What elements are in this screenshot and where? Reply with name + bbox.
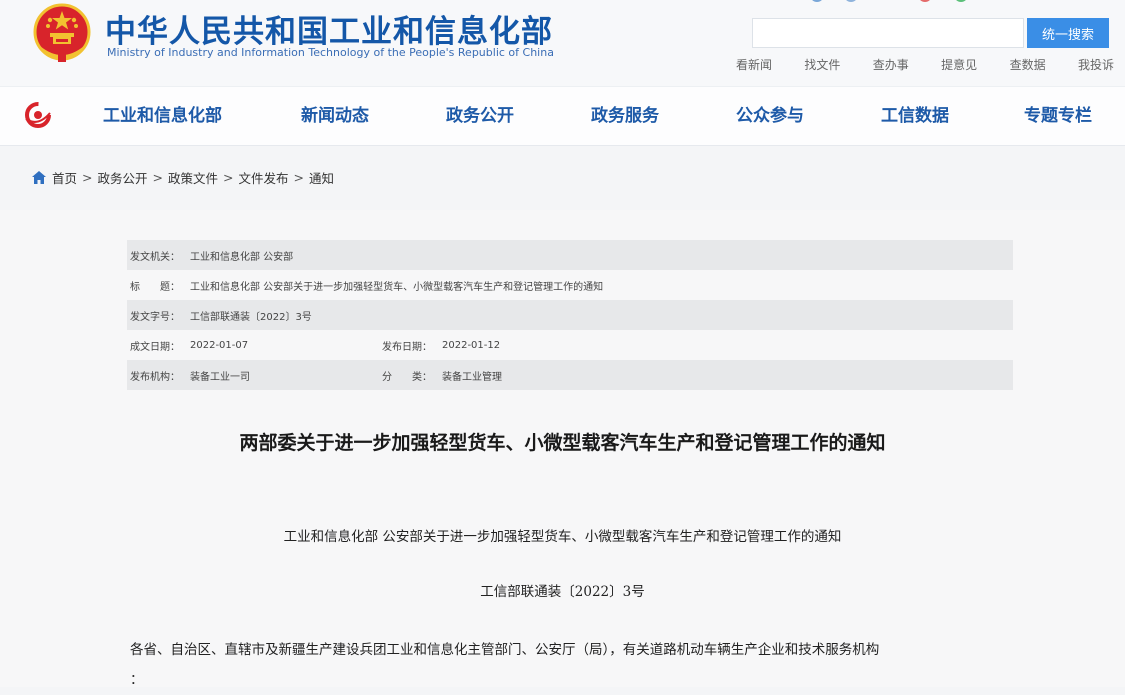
quick-link-news[interactable]: 看新闻 (736, 56, 772, 73)
meta-label-issuer: 发文机关： (130, 251, 180, 263)
breadcrumb: 首页 > 政务公开 > 政策文件 > 文件发布 > 通知 (32, 168, 334, 187)
breadcrumb-notice[interactable]: 通知 (309, 168, 334, 187)
quick-link-complaint[interactable]: 我投诉 (1078, 56, 1114, 73)
nav-item-data[interactable]: 工信数据 (881, 101, 949, 126)
nav-item-news[interactable]: 新闻动态 (301, 101, 369, 126)
document-subtitle: 工业和信息化部 公安部关于进一步加强轻型货车、小微型载客汽车生产和登记管理工作的… (283, 529, 842, 545)
document-body: 各省、自治区、直辖市及新疆生产建设兵团工业和信息化主管部门、公安厅（局），有关道… (130, 635, 1010, 695)
site-subtitle: Ministry of Industry and Information Tec… (107, 46, 554, 59)
meta-value-issuer: 工业和信息化部 公安部 (190, 251, 294, 263)
breadcrumb-policy-files[interactable]: 政策文件 (168, 168, 218, 187)
meta-label-category: 分 类： (382, 371, 432, 383)
meta-value-category: 装备工业管理 (442, 371, 502, 383)
nav-item-gov-affairs[interactable]: 政务公开 (446, 101, 514, 126)
home-icon[interactable] (32, 171, 46, 184)
main-nav: 工业和信息化部 新闻动态 政务公开 政务服务 公众参与 工信数据 专题专栏 (0, 86, 1125, 146)
nav-item-ministry[interactable]: 工业和信息化部 (103, 101, 222, 126)
nav-item-topics[interactable]: 专题专栏 (1024, 101, 1092, 126)
meta-label-publisher: 发布机构： (130, 371, 180, 383)
breadcrumb-separator: > (223, 170, 234, 185)
site-header: 中华人民共和国工业和信息化部 Ministry of Industry and … (0, 0, 1125, 86)
meta-row-doc-number: 发文字号： 工信部联通装〔2022〕3号 (127, 300, 1013, 330)
document-number: 工信部联通装〔2022〕3号 (480, 584, 645, 600)
nav-item-participation[interactable]: 公众参与 (736, 101, 804, 126)
document-body-line: 各省、自治区、直辖市及新疆生产建设兵团工业和信息化主管部门、公安厅（局），有关道… (130, 642, 880, 658)
quick-link-feedback[interactable]: 提意见 (941, 56, 977, 73)
meta-label-doc-number: 发文字号： (130, 311, 180, 323)
document-title: 两部委关于进一步加强轻型货车、小微型载客汽车生产和登记管理工作的通知 (239, 432, 886, 454)
nav-item-services[interactable]: 政务服务 (591, 101, 659, 126)
ministry-logo-icon[interactable] (22, 99, 54, 131)
quick-link-services[interactable]: 查办事 (873, 56, 909, 73)
breadcrumb-separator: > (152, 170, 163, 185)
quick-link-data[interactable]: 查数据 (1010, 56, 1046, 73)
meta-label-publish-date: 发布日期： (382, 341, 432, 353)
breadcrumb-separator: > (293, 170, 304, 185)
breadcrumb-file-release[interactable]: 文件发布 (239, 168, 289, 187)
social-icon-green[interactable] (954, 0, 968, 2)
meta-row-issuer: 发文机关： 工业和信息化部 公安部 (127, 240, 1013, 270)
social-icon-red[interactable] (918, 0, 932, 2)
search-button[interactable]: 统一搜索 (1027, 18, 1109, 48)
breadcrumb-gov-affairs[interactable]: 政务公开 (98, 168, 148, 187)
breadcrumb-separator: > (82, 170, 93, 185)
top-decoration (810, 0, 980, 4)
meta-label-written-date: 成文日期： (130, 341, 180, 353)
content-area: 发文机关： 工业和信息化部 公安部 标 题： 工业和信息化部 公安部关于进一步加… (0, 210, 1125, 688)
quick-link-files[interactable]: 找文件 (804, 56, 840, 73)
social-icon-blue-2[interactable] (844, 0, 858, 2)
meta-value-doc-number: 工信部联通装〔2022〕3号 (190, 311, 312, 323)
meta-value-publish-date: 2022-01-12 (442, 339, 501, 351)
meta-value-publisher: 装备工业一司 (190, 371, 250, 383)
document-meta-table: 发文机关： 工业和信息化部 公安部 标 题： 工业和信息化部 公安部关于进一步加… (127, 240, 1013, 390)
meta-row-title: 标 题： 工业和信息化部 公安部关于进一步加强轻型货车、小微型载客汽车生产和登记… (127, 270, 1013, 300)
meta-value-written-date: 2022-01-07 (190, 339, 249, 351)
breadcrumb-home[interactable]: 首页 (52, 168, 77, 187)
site-title[interactable]: 中华人民共和国工业和信息化部 (105, 6, 553, 51)
document-body-line: ： (130, 672, 144, 688)
quick-links: 看新闻 找文件 查办事 提意见 查数据 我投诉 (736, 56, 1114, 73)
meta-row-dates: 成文日期： 2022-01-07 发布日期： 2022-01-12 (127, 330, 1013, 360)
meta-label-title: 标 题： (130, 281, 180, 293)
meta-value-title: 工业和信息化部 公安部关于进一步加强轻型货车、小微型载客汽车生产和登记管理工作的… (190, 281, 604, 293)
meta-row-publisher: 发布机构： 装备工业一司 分 类： 装备工业管理 (127, 360, 1013, 390)
national-emblem-icon[interactable] (30, 2, 94, 66)
search-input[interactable] (752, 18, 1024, 48)
social-icon-blue[interactable] (810, 0, 824, 2)
